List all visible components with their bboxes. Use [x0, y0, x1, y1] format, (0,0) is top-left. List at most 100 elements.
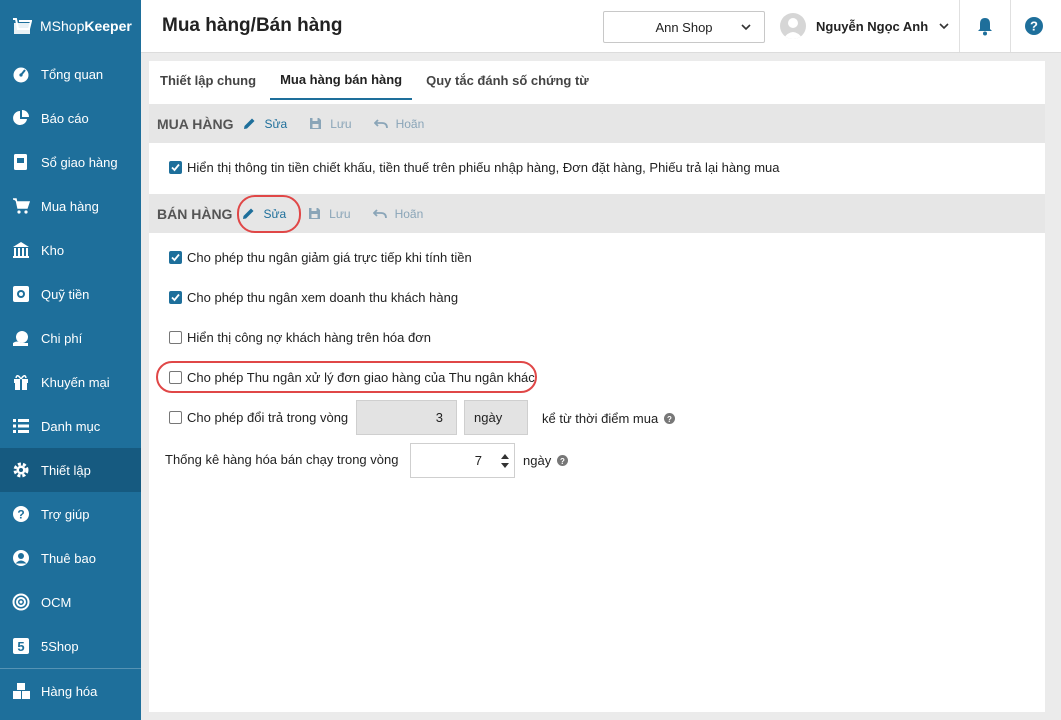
tab-document-numbering[interactable]: Quy tắc đánh số chứng từ: [416, 61, 599, 100]
sidebar-item-label: Danh mục: [41, 418, 101, 434]
sidebar-item-hang-hoa[interactable]: Hàng hóa: [0, 669, 141, 713]
highlight-circle-edit: [237, 195, 301, 233]
top-header: Mua hàng/Bán hàng Ann Shop Nguyễn Ngọc A…: [141, 0, 1061, 53]
option-label: Cho phép đổi trả trong vòng: [187, 410, 349, 425]
user-name: Nguyễn Ngọc Anh: [816, 18, 929, 34]
svg-text:?: ?: [17, 508, 24, 522]
sidebar-item-thue-bao[interactable]: Thuê bao: [0, 536, 141, 580]
shop-logo-icon: [13, 18, 32, 34]
return-unit-box: ngày: [464, 400, 528, 435]
sales-option-discount[interactable]: Cho phép thu ngân giảm giá trực tiếp khi…: [169, 250, 472, 265]
sidebar-item-khuyen-mai[interactable]: Khuyến mại: [0, 360, 141, 404]
shop-select[interactable]: Ann Shop: [603, 11, 765, 43]
scrollbar[interactable]: [1052, 53, 1061, 720]
purchase-cancel-button[interactable]: Hoãn: [373, 117, 424, 131]
stepper-arrows[interactable]: [496, 452, 514, 470]
delivery-book-icon: [12, 153, 30, 171]
sidebar-item-chi-phi[interactable]: Chi phí: [0, 316, 141, 360]
purchase-option-discount-tax[interactable]: Hiển thị thông tin tiền chiết khấu, tiền…: [169, 160, 780, 175]
avatar: [780, 13, 806, 39]
bestseller-label-row: Thống kê hàng hóa bán chạy trong vòng: [165, 452, 398, 467]
sidebar-item-label: Khuyến mại: [41, 374, 110, 390]
chevron-down-icon: [939, 23, 949, 30]
header-divider: [1010, 0, 1011, 52]
sidebar-item-label: Sổ giao hàng: [41, 154, 118, 170]
checkbox-checked[interactable]: [169, 291, 182, 304]
sidebar-item-bao-cao[interactable]: Báo cáo: [0, 96, 141, 140]
user-avatar-icon: [783, 18, 803, 39]
brand-name-light: MShop: [40, 18, 85, 34]
purchase-edit-label: Sửa: [264, 116, 288, 131]
return-suffix: kể từ thời điểm mua ?: [542, 411, 676, 426]
sidebar-item-5shop[interactable]: 5 5Shop: [0, 624, 141, 668]
sidebar-item-tro-giup[interactable]: ? Trợ giúp: [0, 492, 141, 536]
bestseller-label: Thống kê hàng hóa bán chạy trong vòng: [165, 452, 399, 467]
sales-option-show-debt[interactable]: Hiển thị công nợ khách hàng trên hóa đơn: [169, 330, 431, 345]
return-suffix-label: kể từ thời điểm mua: [542, 411, 659, 426]
sidebar-item-quy-tien[interactable]: Quỹ tiền: [0, 272, 141, 316]
dashboard-icon: [12, 65, 30, 83]
arrow-up-icon[interactable]: [500, 452, 510, 461]
purchase-edit-button[interactable]: Sửa: [243, 117, 287, 131]
sales-cancel-button[interactable]: Hoãn: [372, 206, 424, 221]
option-label: Hiển thị thông tin tiền chiết khấu, tiền…: [187, 160, 780, 175]
header-divider: [959, 0, 960, 52]
checkbox-unchecked[interactable]: [169, 411, 182, 424]
sidebar-item-label: 5Shop: [41, 638, 79, 654]
page-title: Mua hàng/Bán hàng: [162, 15, 343, 36]
sidebar-item-label: Chi phí: [41, 330, 83, 346]
purchase-save-button[interactable]: Lưu: [309, 117, 352, 131]
bestseller-unit-row: ngày ?: [523, 453, 569, 468]
bestseller-days-value: 7: [474, 453, 482, 468]
return-unit: ngày: [474, 410, 503, 425]
sidebar-item-label: Tổng quan: [41, 66, 104, 82]
info-icon[interactable]: ?: [557, 455, 569, 466]
sales-option-return[interactable]: Cho phép đổi trả trong vòng: [169, 410, 348, 425]
cash-fund-icon: [12, 285, 30, 303]
sales-save-button[interactable]: Lưu: [308, 207, 351, 221]
purchase-section-header: MUA HÀNG Sửa Lưu Hoãn: [149, 104, 1045, 143]
sidebar: MShop Keeper Tổng quan Báo cáo Sổ giao hà…: [0, 0, 141, 720]
fiveshop-icon: 5: [12, 637, 30, 655]
highlight-circle-option: [156, 361, 537, 393]
sidebar-item-so-giao-hang[interactable]: Sổ giao hàng: [0, 140, 141, 184]
checkbox-unchecked[interactable]: [169, 331, 182, 344]
svg-text:?: ?: [1030, 19, 1038, 34]
tab-general-settings[interactable]: Thiết lập chung: [150, 61, 266, 100]
bestseller-unit: ngày: [523, 453, 552, 468]
bell-icon[interactable]: [975, 16, 995, 36]
check-icon: [171, 163, 180, 172]
option-label: Cho phép thu ngân xem doanh thu khách hà…: [187, 290, 459, 305]
tab-purchase-sales[interactable]: Mua hàng bán hàng: [270, 61, 413, 100]
sidebar-item-ocm[interactable]: OCM: [0, 580, 141, 624]
help-icon[interactable]: ?: [1024, 16, 1044, 36]
check-icon: [171, 293, 180, 302]
brand-name-bold: Keeper: [84, 18, 132, 34]
sidebar-item-danh-muc[interactable]: Danh mục: [0, 404, 141, 448]
sidebar-item-kho[interactable]: Kho: [0, 228, 141, 272]
arrow-down-icon[interactable]: [500, 461, 510, 470]
svg-text:5: 5: [17, 639, 24, 654]
sidebar-item-mua-hang[interactable]: Mua hàng: [0, 184, 141, 228]
user-menu[interactable]: Nguyễn Ngọc Anh: [780, 13, 950, 39]
brand-logo[interactable]: MShop Keeper: [0, 0, 141, 52]
svg-text:?: ?: [667, 415, 672, 424]
check-icon: [171, 253, 180, 262]
undo-icon: [372, 208, 387, 218]
sidebar-item-label: OCM: [41, 594, 72, 610]
sidebar-item-thiet-lap[interactable]: Thiết lập: [0, 448, 141, 492]
help-icon: ?: [12, 505, 30, 523]
sidebar-item-label: Quỹ tiền: [41, 286, 90, 302]
sidebar-item-label: Mua hàng: [41, 198, 99, 214]
sales-option-view-revenue[interactable]: Cho phép thu ngân xem doanh thu khách hà…: [169, 290, 458, 305]
checkbox-checked[interactable]: [169, 251, 182, 264]
sidebar-item-label: Thiết lập: [41, 462, 91, 478]
sidebar-item-label: Báo cáo: [41, 110, 89, 126]
return-days-input[interactable]: 3: [356, 400, 457, 435]
sales-cancel-label: Hoãn: [394, 206, 424, 221]
checkbox-checked[interactable]: [169, 161, 182, 174]
info-icon[interactable]: ?: [664, 413, 676, 424]
bestseller-days-stepper[interactable]: 7: [410, 443, 515, 478]
list-icon: [12, 417, 30, 435]
sidebar-item-tong-quan[interactable]: Tổng quan: [0, 52, 141, 96]
